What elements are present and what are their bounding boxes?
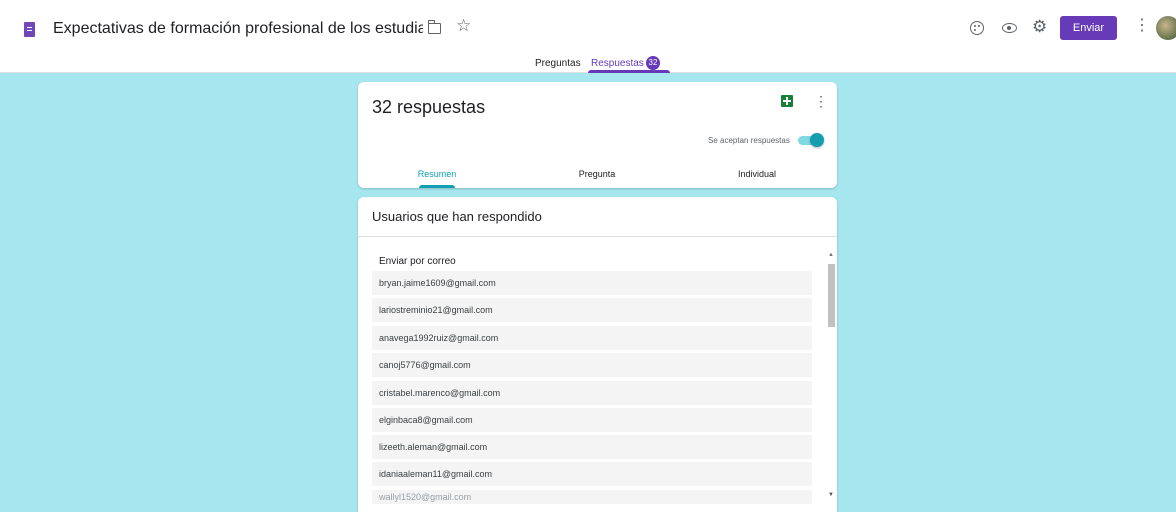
email-row[interactable]: elginbaca8@gmail.com <box>372 408 812 432</box>
subtab-indicator <box>419 185 455 188</box>
avatar[interactable] <box>1156 16 1176 40</box>
palette-icon[interactable] <box>970 21 984 35</box>
scrollbar[interactable]: ▲ ▼ <box>827 252 836 502</box>
email-row[interactable]: idaniaaleman11@gmail.com <box>372 462 812 486</box>
respondents-title: Usuarios que han respondido <box>372 209 542 224</box>
email-row[interactable]: cristabel.marenco@gmail.com <box>372 381 812 405</box>
active-tab-indicator <box>588 70 670 73</box>
tab-respuestas[interactable]: Respuestas <box>591 58 644 69</box>
email-row[interactable]: wallyl1520@gmail.com <box>372 490 812 504</box>
response-count-title: 32 respuestas <box>372 97 486 117</box>
email-row[interactable]: bryan.jaime1609@gmail.com <box>372 271 812 295</box>
email-row[interactable]: anavega1992ruiz@gmail.com <box>372 326 812 350</box>
toggle-knob[interactable] <box>810 133 824 147</box>
respondents-card: Usuarios que han respondido Enviar por c… <box>358 197 837 512</box>
document-title[interactable]: Expectativas de formación profesional de… <box>53 20 423 38</box>
star-icon[interactable]: ☆ <box>456 17 471 34</box>
tab-pregunta[interactable]: Pregunta <box>547 169 647 179</box>
tab-individual[interactable]: Individual <box>707 169 807 179</box>
email-row[interactable]: lizeeth.aleman@gmail.com <box>372 435 812 459</box>
email-row[interactable]: lariostreminio21@gmail.com <box>372 298 812 322</box>
sheets-icon[interactable] <box>781 95 793 107</box>
gear-icon[interactable]: ⚙ <box>1032 18 1047 35</box>
scroll-down-arrow-icon[interactable]: ▼ <box>828 492 834 498</box>
more-vert-icon[interactable]: ⋮ <box>1134 18 1150 34</box>
more-options-icon[interactable]: ⋮ <box>814 94 828 108</box>
tab-preguntas[interactable]: Preguntas <box>535 58 581 69</box>
eye-icon[interactable] <box>1002 23 1017 33</box>
forms-logo-icon[interactable] <box>24 22 35 37</box>
folder-icon[interactable] <box>427 20 441 34</box>
responses-count-badge: 32 <box>646 56 660 70</box>
tab-resumen[interactable]: Resumen <box>387 169 487 179</box>
send-button[interactable]: Enviar <box>1060 16 1117 40</box>
email-list-heading[interactable]: Enviar por correo <box>379 256 456 267</box>
divider <box>358 236 837 237</box>
summary-card: 32 respuestas ⋮ Se aceptan respuestas Re… <box>358 82 837 188</box>
scroll-up-arrow-icon[interactable]: ▲ <box>828 252 834 258</box>
scroll-thumb[interactable] <box>828 264 835 327</box>
email-row[interactable]: canoj5776@gmail.com <box>372 353 812 377</box>
app-header: Expectativas de formación profesional de… <box>0 0 1176 73</box>
accepting-responses-label: Se aceptan respuestas <box>708 136 790 145</box>
